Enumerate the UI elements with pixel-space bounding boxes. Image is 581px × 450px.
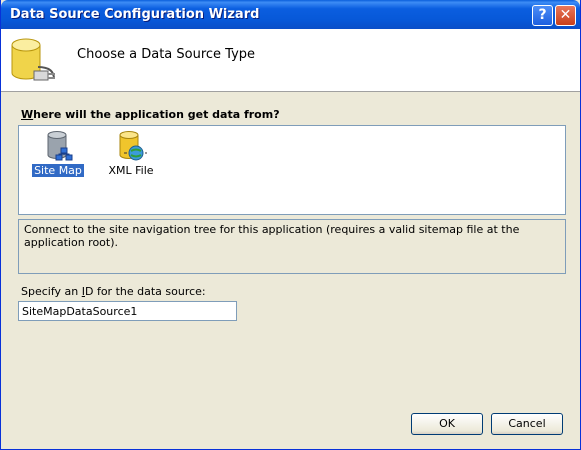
window-title: Data Source Configuration Wizard (10, 7, 260, 22)
page-title: Choose a Data Source Type (77, 47, 256, 62)
close-icon: ✕ (559, 7, 572, 23)
wizard-window: Data Source Configuration Wizard ? ✕ Cho… (0, 0, 581, 450)
close-button[interactable]: ✕ (555, 5, 576, 26)
source-question-label: Where will the application get data from… (21, 108, 280, 121)
data-source-list[interactable]: Site Map XML File (18, 125, 566, 215)
list-item-site-map[interactable]: Site Map (28, 130, 88, 177)
xml-database-icon (119, 131, 147, 161)
title-bar[interactable]: Data Source Configuration Wizard ? ✕ (1, 0, 580, 29)
source-question-text: here will the application get data from? (33, 108, 280, 121)
source-question-accel: W (21, 108, 34, 121)
description-box: Connect to the site navigation tree for … (18, 219, 566, 274)
list-item-xml-file[interactable]: XML File (101, 130, 161, 177)
list-item-label: XML File (108, 164, 154, 177)
help-icon: ? (538, 7, 547, 23)
data-source-id-input[interactable] (18, 301, 237, 321)
id-label-post: D for the data source: (84, 285, 206, 298)
database-plug-icon (11, 38, 55, 81)
sitemap-database-icon (47, 131, 73, 161)
id-field-label: Specify an ID for the data source: (21, 285, 206, 298)
wizard-header: Choose a Data Source Type (1, 29, 580, 92)
description-text: Connect to the site navigation tree for … (24, 223, 520, 249)
cancel-button[interactable]: Cancel (491, 413, 563, 435)
id-label-pre: Specify an (21, 285, 82, 298)
list-item-label: Site Map (32, 164, 84, 177)
ok-button[interactable]: OK (411, 413, 483, 435)
help-button[interactable]: ? (532, 5, 553, 26)
